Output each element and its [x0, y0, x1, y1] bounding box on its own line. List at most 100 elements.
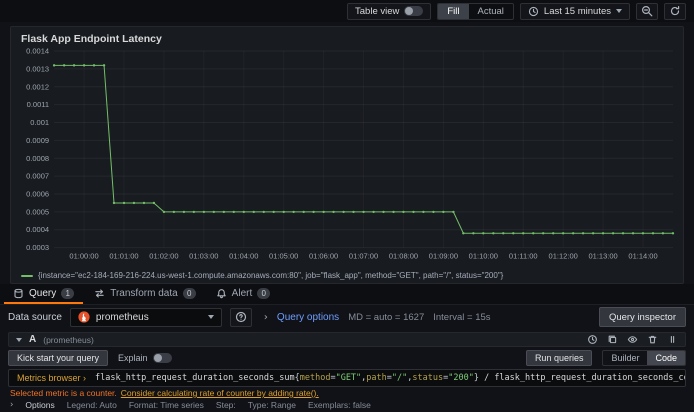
explain-switch[interactable] [152, 353, 172, 363]
fill-actual-group: Fill Actual [437, 2, 514, 20]
chevron-right-icon: › [10, 400, 14, 410]
legend-series-label[interactable]: {instance="ec2-184-169-216-224.us-west-1… [38, 271, 503, 280]
transform-icon [95, 288, 104, 298]
kick-start-query-button[interactable]: Kick start your query [8, 350, 109, 366]
svg-text:0.0005: 0.0005 [26, 207, 49, 216]
svg-text:0.0009: 0.0009 [26, 136, 49, 145]
datasource-name: prometheus [95, 311, 149, 323]
refresh-icon [670, 6, 680, 16]
table-view-switch[interactable] [404, 6, 424, 16]
panel-title: Flask App Endpoint Latency [21, 33, 162, 45]
options-legend: Legend: Auto [66, 400, 117, 410]
history-icon[interactable] [587, 334, 598, 345]
actual-option[interactable]: Actual [469, 4, 513, 19]
query-code-editor[interactable]: Metrics browser › flask_http_request_dur… [8, 369, 686, 387]
tab-transform-label: Transform data [110, 287, 178, 299]
query-options-toggle[interactable]: › Query options MD = auto = 1627 Interva… [264, 312, 491, 323]
query-inspector-button[interactable]: Query inspector [598, 307, 686, 327]
tab-query-count: 1 [61, 287, 75, 299]
time-range-picker[interactable]: Last 15 minutes [519, 2, 630, 20]
drag-handle[interactable] [667, 334, 678, 345]
options-exemplars: Exemplars: false [307, 400, 371, 410]
svg-text:01:02:00: 01:02:00 [149, 252, 178, 261]
code-option[interactable]: Code [647, 351, 685, 365]
table-view-toggle[interactable]: Table view [347, 2, 432, 20]
zoom-out-button[interactable] [636, 2, 658, 20]
editor-tabs: Query 1 Transform data 0 Alert 0 [0, 284, 694, 305]
svg-text:01:03:00: 01:03:00 [189, 252, 218, 261]
question-circle-icon [235, 311, 247, 323]
svg-text:01:01:00: 01:01:00 [109, 252, 138, 261]
clock-icon [528, 6, 539, 16]
zoom-out-icon [641, 5, 653, 17]
run-queries-button[interactable]: Run queries [525, 350, 593, 366]
options-type: Type: Range [247, 400, 296, 410]
explain-label: Explain [118, 353, 148, 363]
query-options-label: Query options [276, 311, 340, 323]
metrics-browser-button[interactable]: Metrics browser › [17, 373, 86, 383]
tab-alert[interactable]: Alert 0 [207, 284, 280, 304]
tab-query-label: Query [29, 287, 57, 299]
options-step: Step: [215, 400, 236, 410]
fill-option[interactable]: Fill [438, 3, 469, 19]
options-format: Format: Time series [128, 400, 204, 410]
bell-icon [216, 288, 226, 298]
query-options-md: MD = auto = 1627 [348, 311, 425, 323]
chevron-down-icon [616, 9, 622, 13]
counter-warning: Selected metric is a counter. Consider c… [8, 387, 686, 398]
svg-text:01:05:00: 01:05:00 [269, 252, 298, 261]
tab-query[interactable]: Query 1 [4, 284, 84, 304]
query-row-actions [587, 334, 678, 345]
collapse-caret-icon[interactable] [16, 337, 22, 342]
tab-alert-count: 0 [257, 287, 271, 299]
svg-text:01:10:00: 01:10:00 [469, 252, 498, 261]
time-range-label: Last 15 minutes [543, 5, 611, 17]
chart-legend: {instance="ec2-184-169-216-224.us-west-1… [18, 269, 676, 282]
svg-text:01:12:00: 01:12:00 [549, 252, 578, 261]
builder-option[interactable]: Builder [603, 351, 647, 365]
database-icon [14, 288, 23, 298]
query-editor-section: A (prometheus) Kick start your query Exp… [0, 329, 694, 411]
latency-chart: 0.0014 0.0013 0.0012 0.0011 0.001 0.0009 0.000… [18, 45, 676, 269]
explain-toggle[interactable]: Explain [118, 353, 172, 363]
warning-rate-link[interactable]: Consider calculating rate of counter by … [121, 388, 319, 398]
query-options-interval: Interval = 15s [433, 311, 491, 323]
latency-chart-svg: 0.0014 0.0013 0.0012 0.0011 0.001 0.0009 0.000… [26, 47, 675, 261]
svg-text:01:04:00: 01:04:00 [229, 252, 258, 261]
svg-text:01:09:00: 01:09:00 [429, 252, 458, 261]
svg-text:01:07:00: 01:07:00 [349, 252, 378, 261]
svg-text:0.0012: 0.0012 [26, 82, 49, 91]
refresh-button[interactable] [664, 2, 686, 20]
datasource-help-button[interactable] [229, 307, 252, 327]
eye-icon[interactable] [627, 334, 638, 345]
options-title[interactable]: Options [25, 400, 54, 410]
chevron-right-icon: › [263, 311, 268, 323]
builder-code-group: Builder Code [602, 350, 686, 366]
svg-text:0.0003: 0.0003 [26, 243, 49, 252]
svg-text:0.0007: 0.0007 [26, 172, 49, 181]
table-view-label: Table view [355, 5, 400, 17]
query-ds-hint: (prometheus) [43, 334, 94, 345]
svg-text:01:06:00: 01:06:00 [309, 252, 338, 261]
tab-transform-data[interactable]: Transform data 0 [85, 284, 204, 304]
datasource-row: Data source prometheus › Query options M… [0, 305, 694, 329]
prometheus-icon [78, 311, 90, 323]
editor-toolbar: Table view Fill Actual Last 15 minutes [0, 0, 694, 22]
datasource-label: Data source [8, 311, 62, 323]
svg-text:0.001: 0.001 [30, 118, 49, 127]
panel-flask-latency: Flask App Endpoint Latency 0.0014 0.0013 0… [10, 26, 684, 284]
svg-text:0.0004: 0.0004 [26, 225, 49, 234]
copy-icon[interactable] [607, 334, 618, 345]
svg-text:01:14:00: 01:14:00 [628, 252, 657, 261]
datasource-picker[interactable]: prometheus [69, 307, 222, 327]
query-row-header[interactable]: A (prometheus) [8, 332, 686, 347]
svg-text:01:00:00: 01:00:00 [69, 252, 98, 261]
trash-icon[interactable] [647, 334, 658, 345]
query-toolbar: Kick start your query Explain Run querie… [8, 350, 686, 366]
svg-text:01:13:00: 01:13:00 [588, 252, 617, 261]
promql-query-text[interactable]: flask_http_request_duration_seconds_sum{… [95, 373, 685, 383]
svg-text:0.0006: 0.0006 [26, 190, 49, 199]
query-options-summary[interactable]: › Options Legend: Auto Format: Time seri… [8, 398, 686, 411]
svg-text:0.0014: 0.0014 [26, 47, 49, 56]
svg-text:01:11:00: 01:11:00 [509, 252, 538, 261]
